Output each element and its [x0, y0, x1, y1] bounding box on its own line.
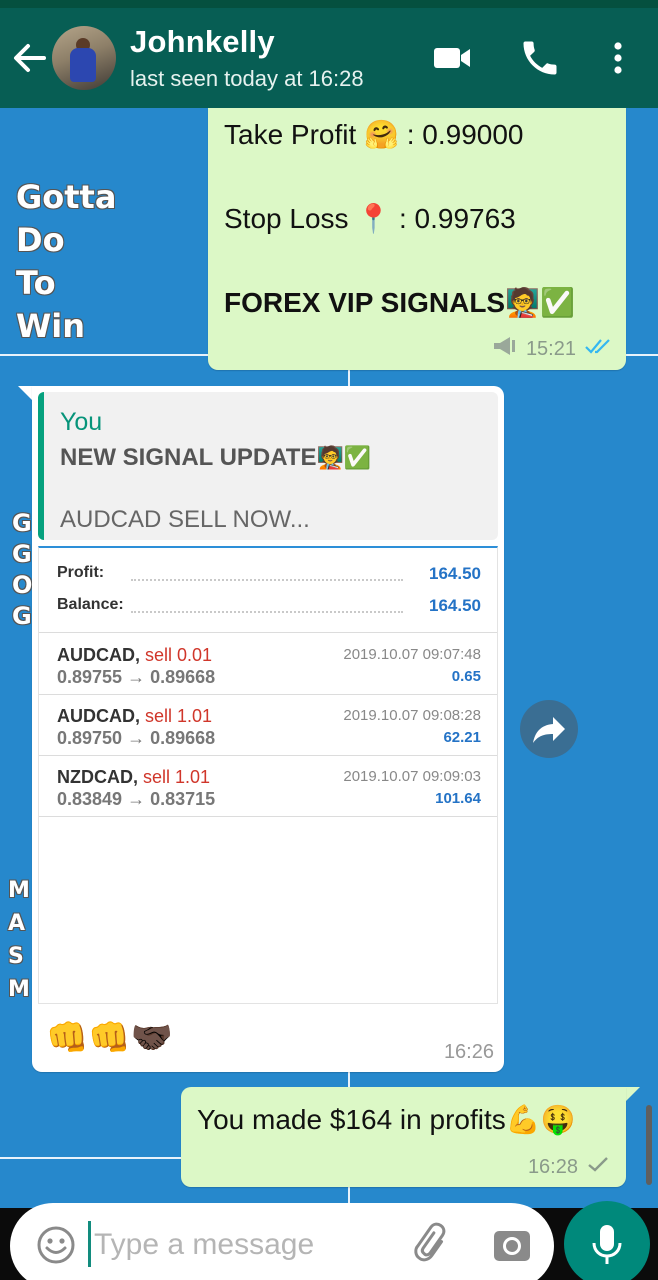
broadcast-icon — [492, 336, 518, 362]
forward-button[interactable] — [520, 700, 578, 758]
camera-icon[interactable] — [490, 1221, 534, 1269]
teacher-emoji: 🧑‍🏫 — [316, 445, 344, 470]
pushpin-emoji: 📍 — [356, 203, 392, 234]
forward-icon — [533, 717, 565, 743]
outgoing-message[interactable]: Take Profit 🤗 : 0.99000 Stop Loss 📍 : 0.… — [208, 108, 626, 370]
trade-row: AUDCAD, sell 1.01 0.89750 → 0.89668 2019… — [57, 706, 481, 748]
quote-author: You — [60, 408, 103, 436]
profit-value: 164.50 — [429, 564, 481, 583]
status-bar — [0, 0, 658, 8]
message-meta: 15:21 — [492, 336, 612, 362]
mic-button[interactable] — [564, 1201, 650, 1280]
signal-title-line: FOREX VIP SIGNALS🧑‍🏫✅ — [224, 287, 575, 318]
trade-row: NZDCAD, sell 1.01 0.83849 → 0.83715 2019… — [57, 767, 481, 809]
text-caret — [88, 1221, 91, 1267]
message-time: 16:26 — [443, 1041, 494, 1063]
message-time: 15:21 — [525, 337, 576, 360]
balance-value: 164.50 — [429, 596, 481, 615]
quote-text: AUDCAD SELL NOW... — [60, 506, 310, 533]
wallpaper-slogan: Gotta Do To Win — [16, 178, 117, 345]
attach-icon[interactable] — [412, 1221, 456, 1269]
video-call-icon[interactable] — [430, 36, 474, 80]
trade-row: AUDCAD, sell 0.01 0.89755 → 0.89668 2019… — [57, 645, 481, 687]
incoming-message[interactable]: You NEW SIGNAL UPDATE🧑‍🏫✅ AUDCAD SELL NO… — [32, 386, 504, 1072]
wallpaper-fragment: M A S M — [8, 878, 30, 1002]
message-composer — [10, 1203, 554, 1280]
hugging-face-emoji: 🤗 — [364, 119, 399, 150]
quoted-message[interactable]: You NEW SIGNAL UPDATE🧑‍🏫✅ AUDCAD SELL NO… — [38, 392, 498, 540]
balance-row: Balance: 164.50 — [57, 596, 481, 615]
message-input[interactable] — [94, 1215, 394, 1275]
check-mark-emoji: ✅ — [343, 445, 372, 470]
mic-icon — [592, 1225, 622, 1264]
divider — [39, 816, 497, 817]
wallpaper-line — [0, 1157, 190, 1159]
message-text: You made $164 in profits💪🤑 — [197, 1104, 576, 1135]
wallpaper-fragment: G G O G — [12, 509, 33, 630]
reaction-emojis: 👊👊🤝🏿 — [46, 1019, 174, 1057]
teacher-emoji: 🧑‍🏫 — [505, 287, 540, 318]
message-meta: 16:28 — [528, 1155, 610, 1179]
scrollbar[interactable] — [646, 1105, 652, 1185]
emoji-icon[interactable] — [34, 1223, 78, 1267]
trade-screenshot-image[interactable]: Profit: 164.50 Balance: 164.50 AUDCAD, s… — [38, 546, 498, 1004]
contact-name[interactable]: Johnkelly — [130, 24, 275, 60]
back-arrow-icon[interactable] — [12, 38, 48, 78]
message-time: 16:28 — [527, 1155, 578, 1178]
phone-icon[interactable] — [518, 36, 562, 80]
more-options-icon[interactable] — [596, 36, 640, 80]
outgoing-message[interactable]: You made $164 in profits💪🤑 16:28 — [181, 1087, 626, 1187]
quote-title: NEW SIGNAL UPDATE🧑‍🏫✅ — [60, 444, 372, 471]
single-check-icon — [586, 1155, 610, 1179]
chat-header: Johnkelly last seen today at 16:28 — [0, 8, 658, 108]
double-check-icon — [584, 337, 612, 361]
last-seen-status: last seen today at 16:28 — [130, 66, 364, 91]
check-mark-emoji: ✅ — [539, 287, 575, 318]
bubble-tail — [624, 1087, 640, 1103]
avatar[interactable] — [52, 26, 116, 90]
profit-row: Profit: 164.50 — [57, 564, 481, 583]
stop-loss-line: Stop Loss 📍 : 0.99763 — [224, 203, 516, 234]
take-profit-line: Take Profit 🤗 : 0.99000 — [224, 119, 524, 150]
